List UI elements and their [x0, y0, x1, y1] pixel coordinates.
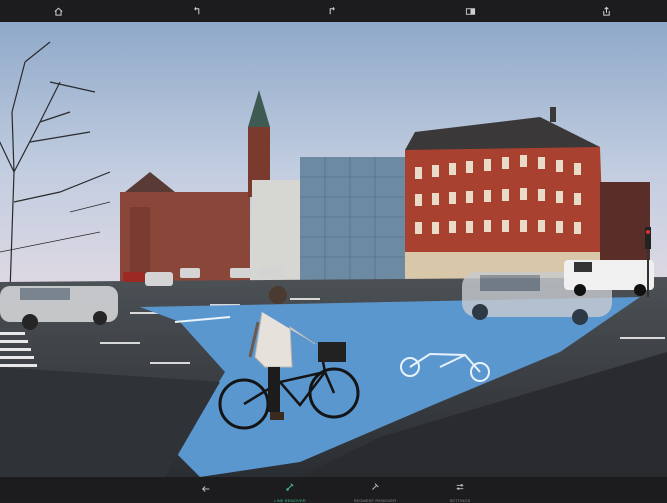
bottom-toolbar: LINE REMOVER SEGMENT REMOVER SETTINGS	[0, 477, 667, 503]
segment-remover-tool[interactable]: SEGMENT REMOVER	[345, 479, 405, 503]
line-remover-label: LINE REMOVER	[274, 498, 306, 503]
photo-canvas[interactable]	[0, 22, 667, 477]
line-remover-tool[interactable]: LINE REMOVER	[260, 479, 320, 503]
redo-icon[interactable]	[324, 3, 340, 19]
settings-sliders-icon	[455, 479, 465, 497]
settings-tool[interactable]: SETTINGS	[430, 479, 490, 503]
settings-label: SETTINGS	[449, 498, 471, 503]
segment-remover-label: SEGMENT REMOVER	[353, 498, 397, 503]
back-arrow-icon[interactable]	[199, 482, 213, 496]
glass-building	[300, 157, 405, 287]
share-icon[interactable]	[598, 3, 614, 19]
compare-icon[interactable]	[462, 3, 478, 19]
home-icon[interactable]	[50, 3, 66, 19]
line-remover-icon	[285, 479, 295, 497]
top-toolbar	[0, 0, 667, 22]
undo-icon[interactable]	[188, 3, 204, 19]
segment-remover-icon	[370, 479, 380, 497]
